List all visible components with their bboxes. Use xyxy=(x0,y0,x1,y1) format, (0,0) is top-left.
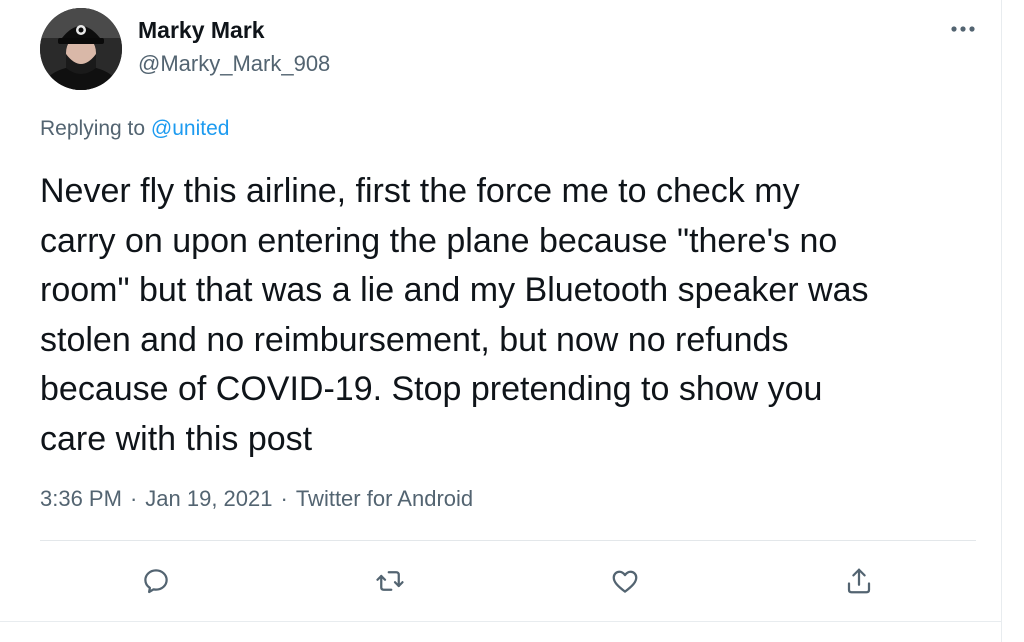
tweet-date[interactable]: Jan 19, 2021 xyxy=(145,486,272,511)
tweet-actions xyxy=(0,563,1024,603)
author-username[interactable]: @Marky_Mark_908 xyxy=(138,51,330,77)
retweet-button[interactable] xyxy=(372,563,408,599)
tweet-time[interactable]: 3:36 PM xyxy=(40,486,122,511)
reply-context: Replying to @united xyxy=(40,117,229,141)
card-border-right xyxy=(1001,0,1002,642)
heart-icon xyxy=(612,570,638,593)
more-horizontal-icon xyxy=(951,26,975,32)
tweet-source[interactable]: Twitter for Android xyxy=(296,486,473,511)
meta-separator: · xyxy=(129,486,138,511)
tweet-meta: 3:36 PM · Jan 19, 2021 · Twitter for Android xyxy=(40,486,473,512)
tweet-card: Marky Mark @Marky_Mark_908 Replying to @… xyxy=(0,0,1024,642)
reply-context-prefix: Replying to xyxy=(40,117,146,140)
retweet-icon xyxy=(376,571,404,591)
meta-separator: · xyxy=(280,486,288,511)
reply-icon xyxy=(144,569,168,594)
more-options-button[interactable] xyxy=(948,14,978,44)
share-icon xyxy=(847,568,871,594)
reply-mention-link[interactable]: @united xyxy=(151,117,230,140)
like-button[interactable] xyxy=(607,563,643,599)
author-display-name[interactable]: Marky Mark xyxy=(138,17,265,44)
reply-button[interactable] xyxy=(138,563,174,599)
avatar[interactable] xyxy=(40,8,122,90)
tweet-text: Never fly this airline, first the force … xyxy=(40,172,869,458)
avatar-image xyxy=(40,8,122,90)
share-button[interactable] xyxy=(841,563,877,599)
actions-divider xyxy=(40,540,976,541)
card-border-bottom xyxy=(0,621,1002,622)
